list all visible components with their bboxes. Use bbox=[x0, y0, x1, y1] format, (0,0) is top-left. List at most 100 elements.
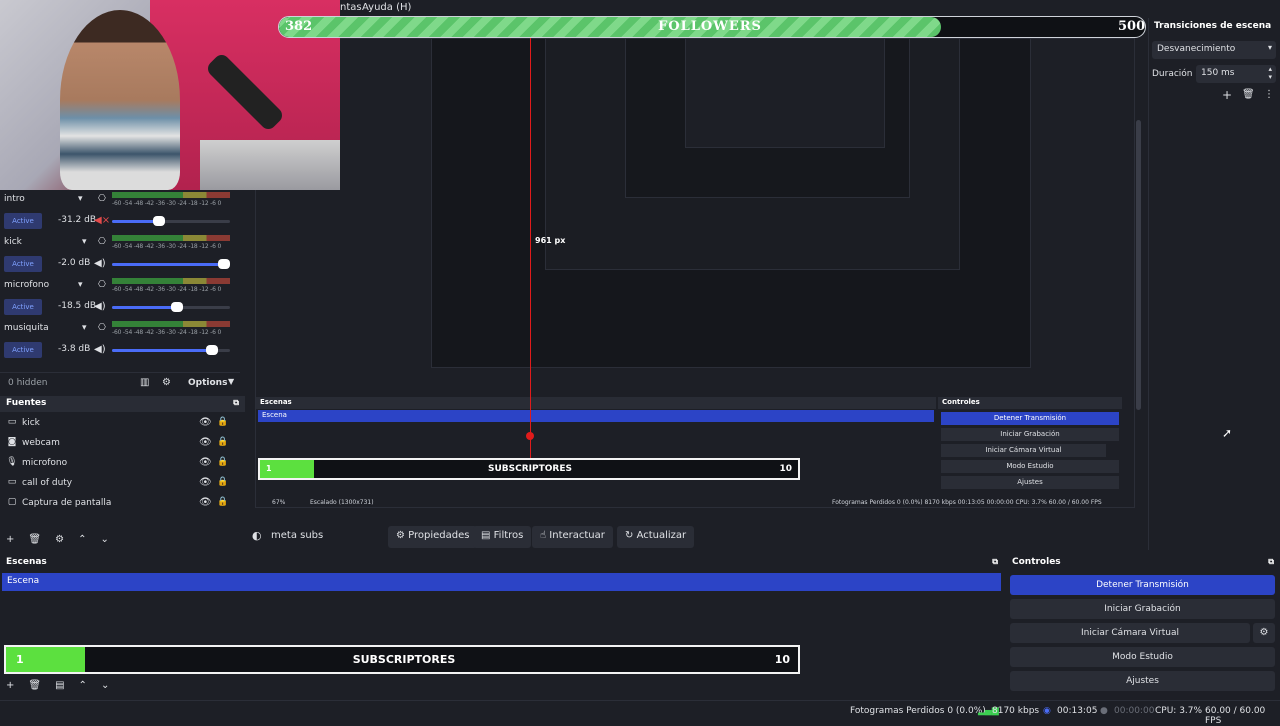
settings-button[interactable]: Ajustes bbox=[1010, 671, 1275, 691]
duration-input[interactable]: 150 ms ▴ ▾ bbox=[1196, 65, 1276, 83]
red-guide-line bbox=[530, 38, 531, 458]
inner-start-recording-button[interactable]: Iniciar Grabación bbox=[941, 428, 1119, 441]
virtual-camera-button[interactable]: Iniciar Cámara Virtual bbox=[1010, 623, 1250, 643]
options-button[interactable]: Options bbox=[188, 378, 227, 388]
trash-icon[interactable]: 🗑 bbox=[1242, 89, 1255, 100]
webcam-person bbox=[60, 10, 180, 190]
volume-slider[interactable] bbox=[112, 259, 231, 269]
transition-selected: Desvanecimiento bbox=[1157, 44, 1236, 54]
trash-icon[interactable]: 🗑 bbox=[28, 534, 41, 545]
mixer-settings-icon[interactable]: ⚙ bbox=[162, 377, 171, 388]
meter-scale: -60 -54 -48 -42 -36 -30 -24 -18 -12 -6 0 bbox=[112, 200, 222, 207]
mouse-cursor-icon: ➚ bbox=[1222, 426, 1233, 440]
lock-icon[interactable]: 🔒 bbox=[217, 437, 228, 447]
columns-icon[interactable]: ▥ bbox=[140, 377, 149, 388]
inner-scale-label: Escalado (1300x731) bbox=[310, 499, 374, 506]
inner-virtual-camera-button[interactable]: Iniciar Cámara Virtual bbox=[941, 444, 1106, 457]
subscribers-title: SUBSCRIPTORES bbox=[352, 653, 456, 666]
lock-icon[interactable]: 🔒 bbox=[217, 417, 228, 427]
volume-icon[interactable]: ◀) bbox=[94, 258, 106, 269]
add-icon[interactable]: + bbox=[6, 534, 14, 545]
add-icon[interactable]: + bbox=[6, 680, 14, 691]
active-badge[interactable]: Active bbox=[4, 213, 42, 229]
preview-scrollbar[interactable] bbox=[1136, 120, 1141, 410]
trash-icon[interactable]: 🗑 bbox=[28, 680, 41, 691]
fps: 60.00 / 60.00 FPS bbox=[1205, 706, 1266, 726]
meter-scale: -60 -54 -48 -42 -36 -30 -24 -18 -12 -6 0 bbox=[112, 243, 222, 250]
inner-scene-item[interactable]: Escena bbox=[258, 410, 934, 422]
scene-item-selected[interactable]: Escena bbox=[2, 573, 1001, 591]
move-down-icon[interactable]: ⌄ bbox=[100, 534, 108, 545]
properties-button[interactable]: ⚙ Propiedades bbox=[388, 526, 478, 548]
move-up-icon[interactable]: ⌃ bbox=[79, 680, 87, 691]
undock-icon[interactable]: ⧉ bbox=[1268, 557, 1274, 567]
inner-controls-panel: Controles Detener Transmisión Iniciar Gr… bbox=[938, 397, 1122, 497]
visibility-eye-icon[interactable]: 👁 bbox=[199, 417, 212, 428]
menu-item-herramientas[interactable]: ntas bbox=[340, 2, 362, 13]
mic-icon: 🎙 bbox=[6, 457, 18, 467]
source-item[interactable]: ▭ kick 👁 🔒 bbox=[0, 414, 240, 434]
headphones-icon[interactable]: ⎔ bbox=[98, 194, 106, 204]
audio-meter bbox=[112, 278, 230, 284]
more-icon[interactable]: ⋮ bbox=[1264, 89, 1274, 100]
headphones-icon[interactable]: ⎔ bbox=[98, 237, 106, 247]
active-badge[interactable]: Active bbox=[4, 256, 42, 272]
chevron-down-icon[interactable]: ▾ bbox=[82, 323, 87, 333]
volume-db: -31.2 dB bbox=[58, 215, 97, 225]
add-transition-icon[interactable]: + bbox=[1222, 88, 1232, 102]
chevron-down-icon[interactable]: ▾ bbox=[78, 280, 83, 290]
source-item[interactable]: ▭ call of duty 👁 🔒 bbox=[0, 474, 240, 494]
source-item[interactable]: ▢ Captura de pantalla 👁 🔒 bbox=[0, 494, 240, 514]
refresh-label: Actualizar bbox=[636, 530, 687, 541]
transitions-panel: Transiciones de escena bbox=[1148, 18, 1280, 550]
audio-meter bbox=[112, 235, 230, 241]
lock-icon[interactable]: 🔒 bbox=[217, 497, 228, 507]
inner-settings-button[interactable]: Ajustes bbox=[941, 476, 1119, 489]
filter-icon[interactable]: ▤ bbox=[55, 680, 64, 691]
volume-slider[interactable] bbox=[112, 345, 230, 355]
headphones-icon[interactable]: ⎔ bbox=[98, 323, 106, 333]
refresh-button[interactable]: ↻ Actualizar bbox=[617, 526, 695, 548]
volume-muted-icon[interactable]: ◀× bbox=[94, 215, 110, 226]
settings-icon[interactable]: ⚙ bbox=[55, 534, 64, 545]
active-badge[interactable]: Active bbox=[4, 299, 42, 315]
visibility-eye-icon[interactable]: 👁 bbox=[199, 457, 212, 468]
start-recording-button[interactable]: Iniciar Grabación bbox=[1010, 599, 1275, 619]
visibility-eye-icon[interactable]: 👁 bbox=[199, 477, 212, 488]
studio-mode-button[interactable]: Modo Estudio bbox=[1010, 647, 1275, 667]
inner-stop-stream-button[interactable]: Detener Transmisión bbox=[941, 412, 1119, 425]
stepper-icon[interactable]: ▴ ▾ bbox=[1268, 65, 1272, 81]
source-toolbar: ◐ meta subs ⚙ Propiedades ▤ Filtros ☝ In… bbox=[245, 520, 1148, 552]
volume-icon[interactable]: ◀) bbox=[94, 301, 106, 312]
volume-slider[interactable] bbox=[112, 216, 230, 226]
source-item[interactable]: 🎙 microfono 👁 🔒 bbox=[0, 454, 240, 474]
filters-button[interactable]: ▤ Filtros bbox=[473, 526, 532, 548]
headphones-icon[interactable]: ⎔ bbox=[98, 280, 106, 290]
chevron-down-icon[interactable]: ▾ bbox=[82, 237, 87, 247]
undock-icon[interactable]: ⧉ bbox=[992, 557, 998, 567]
transition-select[interactable]: Desvanecimiento ▾ bbox=[1152, 41, 1276, 59]
lock-icon[interactable]: 🔒 bbox=[217, 457, 228, 467]
chevron-down-icon[interactable]: ▾ bbox=[78, 194, 83, 204]
visibility-eye-icon[interactable]: 👁 bbox=[199, 437, 212, 448]
menu-item-ayuda[interactable]: Ayuda (H) bbox=[362, 2, 411, 13]
gear-icon[interactable]: ⚙ bbox=[1253, 623, 1275, 643]
red-guide-handle[interactable] bbox=[526, 432, 534, 440]
move-down-icon[interactable]: ⌄ bbox=[101, 680, 109, 691]
stop-stream-button[interactable]: Detener Transmisión bbox=[1010, 575, 1275, 595]
inner-studio-mode-button[interactable]: Modo Estudio bbox=[941, 460, 1119, 473]
source-item[interactable]: ◙ webcam 👁 🔒 bbox=[0, 434, 240, 454]
visibility-eye-icon[interactable]: 👁 bbox=[199, 497, 212, 508]
refresh-icon: ↻ bbox=[625, 530, 634, 541]
active-badge[interactable]: Active bbox=[4, 342, 42, 358]
subscribers-goal-bar: 1 SUBSCRIPTORES 10 bbox=[4, 645, 800, 674]
interact-button[interactable]: ☝ Interactuar bbox=[532, 526, 613, 548]
move-up-icon[interactable]: ⌃ bbox=[78, 534, 86, 545]
volume-slider[interactable] bbox=[112, 302, 230, 312]
lock-icon[interactable]: 🔒 bbox=[217, 477, 228, 487]
volume-icon[interactable]: ◀) bbox=[94, 344, 106, 355]
meter-scale: -60 -54 -48 -42 -36 -30 -24 -18 -12 -6 0 bbox=[112, 286, 222, 293]
undock-icon[interactable]: ⧉ bbox=[233, 398, 239, 408]
mixer-row: musiquita ▾ ⎔ -60 -54 -48 -42 -36 -30 -2… bbox=[0, 319, 240, 362]
chevron-down-icon[interactable]: ▼ bbox=[228, 377, 234, 386]
